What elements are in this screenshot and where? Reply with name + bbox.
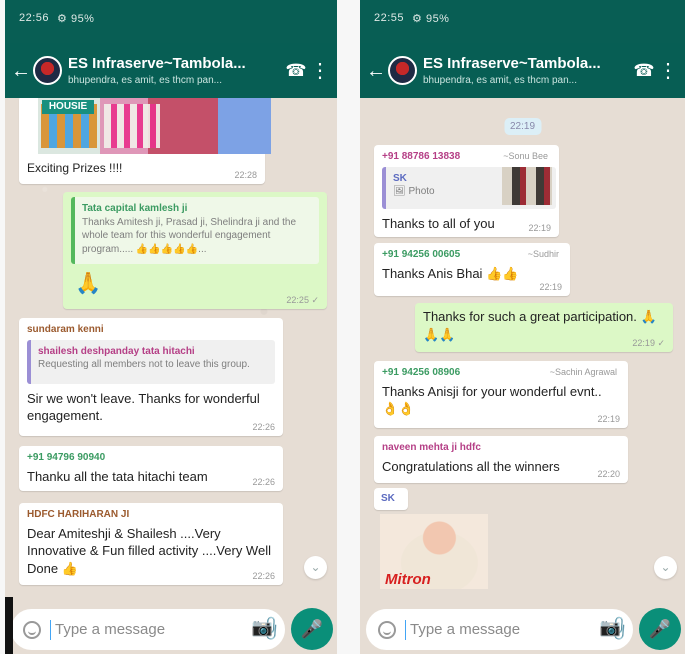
call-icon[interactable]: ☎ <box>284 61 308 81</box>
sticker-caption: Mitron <box>385 571 431 588</box>
chat-history[interactable]: 22:19 +91 88786 13838 ~Sonu Bee SK 🖼 Pho… <box>360 98 685 606</box>
housie-image: HOUSIE <box>38 98 271 154</box>
camera-icon[interactable]: 📷 <box>600 618 621 638</box>
dark-edge-artifact <box>5 597 13 654</box>
incoming-reply-message[interactable]: sundaram kenni shailesh deshpanday tata … <box>19 318 283 436</box>
message-text: Thanks for such a great participation. 🙏… <box>423 309 657 342</box>
message-time: 22:19 ✓ <box>632 337 665 348</box>
chat-title: ES Infraserve~Tambola... <box>68 55 246 72</box>
incoming-message[interactable]: +91 94796 90940 Thanku all the tata hita… <box>19 446 283 491</box>
message-placeholder: Type a message <box>410 621 521 638</box>
status-bar: 22:55 ⚙ 95% <box>360 0 685 43</box>
whatsapp-screenshot-pair: 22:56 ⚙ 95% ← ES Infraserve~Tambola... b… <box>0 0 685 654</box>
message-sender: +91 94796 90940 <box>27 452 106 463</box>
quoted-text: Thanks Amitesh ji, Prasad ji, Shelindra … <box>82 216 296 255</box>
quoted-message[interactable]: shailesh deshpanday tata hitachi Request… <box>27 339 275 384</box>
left-phone-screen: 22:56 ⚙ 95% ← ES Infraserve~Tambola... b… <box>5 0 337 654</box>
message-time: 22:28 <box>234 169 257 180</box>
microphone-button[interactable]: 🎤 <box>639 608 681 650</box>
incoming-message[interactable]: +91 94256 00605 ~Sudhir Thanks Anis Bhai… <box>374 243 570 296</box>
scroll-down-icon[interactable]: ⌄ <box>654 556 677 579</box>
message-time: 22:25 ✓ <box>286 294 319 305</box>
housie-logo: HOUSIE <box>42 100 94 114</box>
message-text: Congratulations all the winners <box>382 458 560 474</box>
chat-title-group[interactable]: ES Infraserve~Tambola... bhupendra, es a… <box>423 55 624 86</box>
message-alias: ~Sudhir <box>527 249 559 259</box>
camera-icon[interactable]: 📷 <box>252 618 273 638</box>
message-text: Exciting Prizes !!!! <box>27 161 123 175</box>
incoming-reply-message[interactable]: +91 88786 13838 ~Sonu Bee SK 🖼 Photo Tha… <box>374 145 559 237</box>
incoming-message[interactable]: +91 94256 08906 ~Sachin Agrawal Thanks A… <box>374 361 628 428</box>
message-text: Thanku all the tata hitachi team <box>27 468 208 484</box>
message-composer: Type a message 📎 📷 🎤 <box>360 606 685 654</box>
message-time: 22:19 <box>597 413 620 424</box>
quoted-sender: Tata capital kamlesh ji <box>82 203 188 214</box>
group-avatar[interactable] <box>33 56 62 85</box>
message-text: Sir we won't leave. Thanks for wonderful… <box>27 390 260 424</box>
message-sender: naveen mehta ji hdfc <box>382 442 481 453</box>
status-time: 22:55 <box>374 12 405 24</box>
message-time: 22:26 <box>252 570 275 581</box>
back-arrow-icon[interactable]: ← <box>366 61 386 81</box>
chat-header: ← ES Infraserve~Tambola... bhupendra, es… <box>5 43 337 98</box>
chat-history[interactable]: HOUSIE Exciting Prizes !!!! 22:28 Tata c… <box>5 98 337 606</box>
date-chip: 22:19 <box>503 118 542 135</box>
quoted-message[interactable]: Tata capital kamlesh ji Thanks Amitesh j… <box>71 197 319 264</box>
chat-title-group[interactable]: ES Infraserve~Tambola... bhupendra, es a… <box>68 55 276 86</box>
back-arrow-icon[interactable]: ← <box>11 61 31 81</box>
message-time: 22:26 <box>252 421 275 432</box>
microphone-icon: 🎤 <box>648 618 672 639</box>
microphone-icon: 🎤 <box>300 618 324 639</box>
status-icons: ⚙ 95% <box>412 13 450 25</box>
message-input[interactable]: Type a message <box>366 609 633 650</box>
message-time: 22:26 <box>252 476 275 487</box>
overflow-menu-icon[interactable]: ⋮ <box>656 58 680 83</box>
outgoing-message[interactable]: Thanks for such a great participation. 🙏… <box>415 303 673 352</box>
emoji-icon[interactable] <box>378 620 396 639</box>
chat-members: bhupendra, es amit, es thcm pan... <box>68 75 222 86</box>
prize-image <box>104 104 160 148</box>
emoji-icon[interactable] <box>23 620 41 639</box>
right-phone-screen: 22:55 ⚙ 95% ← ES Infraserve~Tambola... b… <box>360 0 685 654</box>
message-composer: Type a message 📎 📷 🎤 <box>5 606 337 654</box>
scroll-down-icon[interactable]: ⌄ <box>304 556 327 579</box>
incoming-message[interactable]: naveen mehta ji hdfc Congratulations all… <box>374 436 628 483</box>
chat-members: bhupendra, es amit, es thcm pan... <box>423 75 577 86</box>
message-input[interactable]: Type a message <box>11 609 285 650</box>
message-alias: ~Sonu Bee <box>503 151 548 161</box>
quoted-photo-thumbnail <box>502 167 552 205</box>
status-icons: ⚙ 95% <box>57 13 95 25</box>
incoming-image-message[interactable]: HOUSIE Exciting Prizes !!!! 22:28 <box>19 98 271 184</box>
message-sender: sundaram kenni <box>27 324 104 335</box>
overflow-menu-icon[interactable]: ⋮ <box>308 58 332 83</box>
status-time: 22:56 <box>19 12 50 24</box>
text-cursor <box>405 619 406 640</box>
sticker-message[interactable]: Mitron <box>380 514 488 589</box>
status-bar: 22:56 ⚙ 95% <box>5 0 337 43</box>
message-sender: SK <box>381 493 395 504</box>
message-time: 22:20 <box>597 468 620 479</box>
quoted-text: Requesting all members not to leave this… <box>38 359 250 370</box>
message-time: 22:19 <box>539 281 562 292</box>
message-text: Dear Amiteshji & Shailesh ....Very Innov… <box>27 525 271 576</box>
incoming-sticker-sender[interactable]: SK <box>374 488 408 510</box>
call-icon[interactable]: ☎ <box>632 61 656 81</box>
group-avatar[interactable] <box>388 56 417 85</box>
message-placeholder: Type a message <box>55 621 166 638</box>
message-time: 22:19 <box>528 222 551 233</box>
quoted-sender: shailesh deshpanday tata hitachi <box>38 345 195 357</box>
message-text: Thanks Anisji for your wonderful evnt.. … <box>382 383 602 417</box>
chat-title: ES Infraserve~Tambola... <box>423 55 601 72</box>
chat-header: ← ES Infraserve~Tambola... bhupendra, es… <box>360 43 685 98</box>
incoming-message[interactable]: HDFC HARIHARAN JI Dear Amiteshji & Shail… <box>19 503 283 585</box>
microphone-button[interactable]: 🎤 <box>291 608 333 650</box>
message-text: Thanks to all of you <box>382 215 495 231</box>
message-emoji: 🙏 <box>75 272 102 295</box>
message-alias: ~Sachin Agrawal <box>549 367 617 377</box>
outgoing-reply-message[interactable]: Tata capital kamlesh ji Thanks Amitesh j… <box>63 192 327 309</box>
message-sender: HDFC HARIHARAN JI <box>27 509 130 520</box>
text-cursor <box>50 619 51 640</box>
message-text: Thanks Anis Bhai 👍👍 <box>382 265 519 281</box>
